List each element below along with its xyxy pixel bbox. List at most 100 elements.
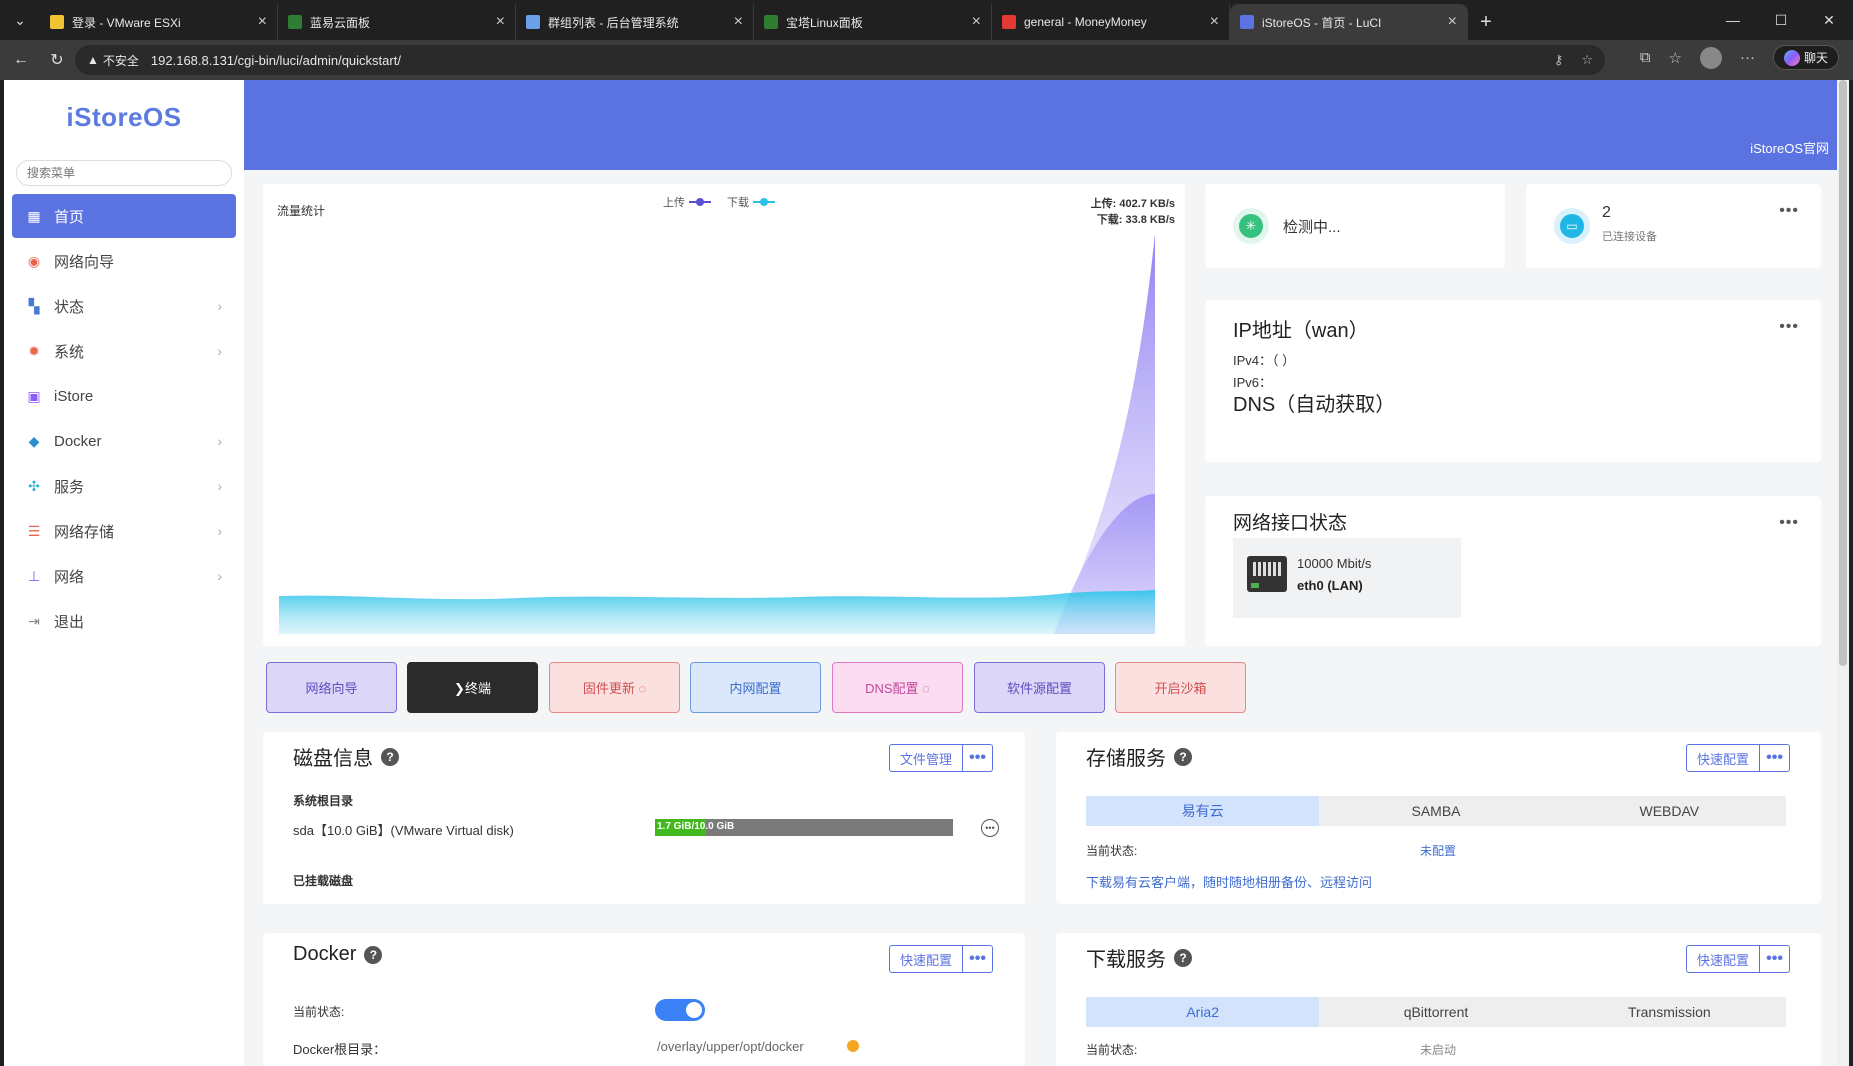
help-icon[interactable]: ?	[1174, 747, 1192, 766]
close-tab-icon[interactable]: ×	[734, 13, 743, 31]
close-tab-icon[interactable]: ×	[972, 13, 981, 31]
extensions-icon[interactable]: ⧉	[1640, 49, 1651, 66]
lan-config-button[interactable]: 内网配置	[690, 662, 821, 713]
upload-rate: 上传: 402.7 KB/s	[1090, 198, 1175, 210]
browser-tab[interactable]: 群组列表 - 后台管理系统 ×	[516, 4, 754, 40]
tab-title: 蓝易云面板	[310, 15, 371, 30]
ip-card-title: IP地址（wan）	[1233, 320, 1369, 342]
tab-yiyouyun[interactable]: 易有云	[1086, 796, 1320, 826]
sidebar-item-system[interactable]: ✹ 系统 ›	[12, 329, 236, 373]
storage-status-value[interactable]: 未配置	[1420, 842, 1456, 859]
quick-config-button[interactable]: 快速配置	[889, 945, 964, 973]
sidebar-item-network[interactable]: ⊥ 网络 ›	[12, 554, 236, 598]
tab-favicon-icon	[1002, 15, 1016, 29]
disk-more-icon[interactable]: •••	[981, 819, 999, 837]
docker-status-label: 当前状态:	[293, 1005, 345, 1019]
page-viewport: iStoreOS ▦ 首页 ◉ 网络向导 ▚ 状态 › ✹ 系统 › ▣ iStore ◆ Do…	[4, 80, 1849, 1066]
browser-tab[interactable]: general - MoneyMoney ×	[992, 4, 1230, 40]
more-options-icon[interactable]: •••	[1779, 514, 1799, 532]
close-tab-icon[interactable]: ×	[258, 13, 267, 31]
help-icon[interactable]: ?	[381, 747, 399, 766]
browser-tab[interactable]: 宝塔Linux面板 ×	[754, 4, 992, 40]
services-icon: ✣	[28, 477, 40, 494]
storage-status-label: 当前状态:	[1086, 844, 1138, 858]
close-tab-icon[interactable]: ×	[496, 13, 505, 31]
menu-search-input[interactable]	[16, 160, 232, 186]
sidebar-item-network-wizard[interactable]: ◉ 网络向导	[12, 239, 236, 283]
chat-button[interactable]: 聊天	[1772, 45, 1839, 70]
sidebar-item-logout[interactable]: ⇥ 退出	[12, 599, 236, 643]
sidebar-item-docker[interactable]: ◆ Docker ›	[12, 419, 236, 463]
software-source-button[interactable]: 软件源配置	[974, 662, 1105, 713]
more-options-button[interactable]: •••	[963, 945, 994, 973]
new-tab-icon[interactable]: +	[1468, 4, 1504, 40]
docker-toggle[interactable]	[655, 999, 705, 1021]
docker-root-label: Docker根目录：	[293, 1042, 387, 1057]
more-options-button[interactable]: •••	[1760, 945, 1791, 973]
download-client-link[interactable]: 下载易有云客户端，随时随地相册备份、远程访问	[1086, 872, 1372, 891]
browser-tab[interactable]: 登录 - VMware ESXi ×	[40, 4, 278, 40]
browser-tab[interactable]: 蓝易云面板 ×	[278, 4, 516, 40]
minimize-icon[interactable]: —	[1709, 0, 1757, 40]
sidebar-item-network-storage[interactable]: ☰ 网络存储 ›	[12, 509, 236, 553]
key-icon[interactable]: ⚷	[1554, 52, 1564, 68]
legend-upload-line	[689, 198, 711, 206]
sidebar-item-services[interactable]: ✣ 服务 ›	[12, 464, 236, 508]
ip-address-card: IP地址（wan） IPv4：（ ） IPv6： DNS（自动获取） •••	[1205, 300, 1821, 462]
tab-qbittorrent[interactable]: qBittorrent	[1319, 997, 1552, 1027]
favorites-icon[interactable]: ☆	[1669, 49, 1682, 67]
sidebar-item-label: 网络	[54, 568, 85, 586]
close-tab-icon[interactable]: ×	[1210, 13, 1219, 31]
dns-config-button[interactable]: DNS配置 ◌	[832, 662, 963, 713]
favorite-star-icon[interactable]: ☆	[1581, 52, 1593, 68]
sidebar-item-istore[interactable]: ▣ iStore	[12, 374, 236, 418]
more-options-icon[interactable]: •••	[1779, 318, 1799, 336]
interface-name: eth0 (LAN)	[1297, 578, 1363, 593]
more-options-icon[interactable]: •••	[1779, 202, 1799, 220]
docker-panel-title: Docker	[293, 943, 357, 965]
close-tab-icon[interactable]: ×	[1448, 13, 1457, 31]
browser-tab-active[interactable]: iStoreOS - 首页 - LuCI ×	[1230, 4, 1468, 40]
disk-usage-bar: 1.7 GiB/10.0 GiB	[655, 819, 953, 836]
quick-config-button[interactable]: 快速配置	[1686, 945, 1761, 973]
sidebar-item-label: 服务	[54, 478, 85, 496]
legend-download[interactable]: 下载	[727, 194, 775, 210]
more-options-button[interactable]: •••	[1760, 744, 1791, 772]
sidebar-item-home[interactable]: ▦ 首页	[12, 194, 236, 238]
download-tabs: Aria2 qBittorrent Transmission	[1086, 997, 1786, 1027]
more-menu-icon[interactable]: ···	[1740, 49, 1755, 66]
tab-webdav[interactable]: WEBDAV	[1553, 796, 1786, 826]
dashboard-icon: ▦	[27, 207, 41, 224]
terminal-button[interactable]: ❯终端	[407, 662, 538, 713]
profile-avatar[interactable]	[1699, 46, 1722, 69]
traffic-legend: 上传 下载	[663, 194, 775, 210]
back-icon[interactable]: ←	[6, 45, 36, 75]
file-manager-button[interactable]: 文件管理	[889, 744, 964, 772]
close-window-icon[interactable]: ✕	[1805, 0, 1853, 40]
url-field[interactable]: ▲ 不安全 192.168.8.131/cgi-bin/luci/admin/q…	[75, 45, 1605, 75]
maximize-icon[interactable]: ☐	[1757, 0, 1805, 40]
istoreos-website-link[interactable]: iStoreOS官网	[1750, 138, 1829, 157]
tab-samba[interactable]: SAMBA	[1319, 796, 1552, 826]
connected-devices-card[interactable]: ▭ 2 已连接设备 •••	[1526, 184, 1821, 268]
sandbox-button[interactable]: 开启沙箱	[1115, 662, 1246, 713]
tab-list-icon[interactable]: ⌄	[0, 0, 40, 40]
interface-item[interactable]: 10000 Mbit/s eth0 (LAN)	[1233, 538, 1461, 618]
page-scrollbar[interactable]	[1837, 80, 1849, 1066]
legend-upload[interactable]: 上传	[663, 194, 711, 210]
scrollbar-thumb[interactable]	[1839, 80, 1847, 666]
help-icon[interactable]: ?	[364, 945, 383, 964]
tab-aria2[interactable]: Aria2	[1086, 997, 1320, 1027]
more-options-button[interactable]: •••	[963, 744, 994, 772]
firmware-update-button[interactable]: 固件更新 ◌	[549, 662, 680, 713]
logo[interactable]: iStoreOS	[4, 102, 244, 133]
reload-icon[interactable]: ↻	[42, 45, 72, 75]
sidebar: iStoreOS ▦ 首页 ◉ 网络向导 ▚ 状态 › ✹ 系统 › ▣ iStore ◆ Do…	[4, 80, 244, 1066]
device-count-label: 已连接设备	[1602, 231, 1657, 243]
tab-transmission[interactable]: Transmission	[1553, 997, 1786, 1027]
quick-config-button[interactable]: 快速配置	[1686, 744, 1761, 772]
network-wizard-button[interactable]: 网络向导	[266, 662, 397, 713]
network-detect-card[interactable]: ✳ 检测中...	[1205, 184, 1505, 268]
help-icon[interactable]: ?	[1174, 948, 1192, 967]
sidebar-item-status[interactable]: ▚ 状态 ›	[12, 284, 236, 328]
